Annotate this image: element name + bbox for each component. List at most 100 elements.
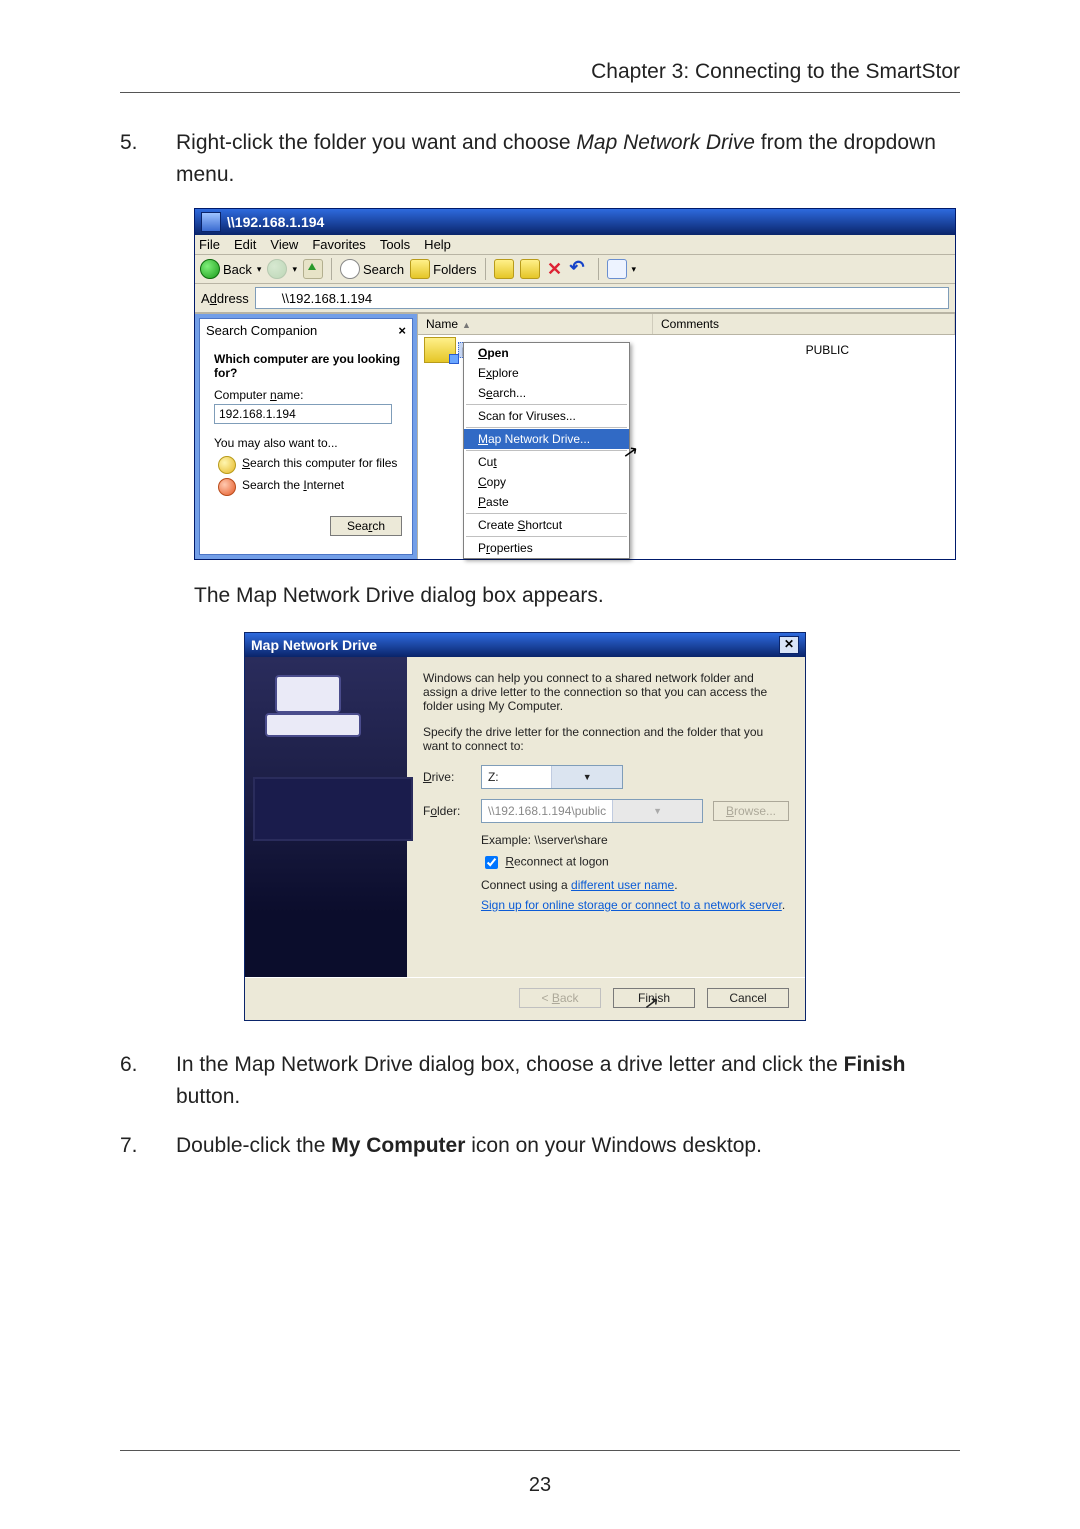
- folder-value: \\192.168.1.194\public: [482, 802, 612, 820]
- folder-comment: PUBLIC: [806, 343, 849, 357]
- close-button[interactable]: ✕: [779, 636, 799, 654]
- ctx-copy[interactable]: Copy: [464, 472, 629, 492]
- ctx-cut[interactable]: Cut: [464, 452, 629, 472]
- step-5-body: Right-click the folder you want and choo…: [176, 127, 960, 190]
- computer-icon: [261, 290, 277, 306]
- different-user-link[interactable]: different user name: [571, 878, 674, 892]
- drive-select[interactable]: Z: ▼: [481, 765, 623, 789]
- back-icon: [200, 259, 220, 279]
- menu-tools[interactable]: Tools: [380, 237, 410, 252]
- reconnect-label: Reconnect at logon: [505, 855, 608, 869]
- dropdown-icon: ▼: [551, 766, 622, 788]
- menu-view[interactable]: View: [270, 237, 298, 252]
- drive-label: Drive:: [423, 770, 481, 784]
- search-companion-pane: Search Companion × Which computer are yo…: [195, 314, 417, 559]
- search-internet-link[interactable]: Search the Internet: [218, 478, 402, 496]
- step-7: 7. Double-click the My Computer icon on …: [120, 1130, 960, 1162]
- ctx-map-network-drive[interactable]: Map Network Drive...: [464, 429, 629, 449]
- context-menu: Open Explore Search... Scan for Viruses.…: [463, 342, 630, 559]
- ctx-scan[interactable]: Scan for Viruses...: [464, 406, 629, 426]
- step-5-pre: Right-click the folder you want and choo…: [176, 131, 576, 154]
- search-files-text: Search this computer for files: [242, 456, 397, 470]
- ctx-search[interactable]: Search...: [464, 383, 629, 403]
- cursor-icon: ↖: [643, 992, 661, 1015]
- toolbar-separator: [485, 258, 486, 280]
- ctx-paste[interactable]: Paste: [464, 492, 629, 512]
- delete-button[interactable]: ✕: [546, 260, 564, 278]
- caption-1: The Map Network Drive dialog box appears…: [194, 584, 960, 608]
- connect-using-pre: Connect using a: [481, 878, 571, 892]
- views-button[interactable]: ▾: [607, 259, 637, 279]
- search-internet-text: Search the Internet: [242, 478, 344, 492]
- caret-icon: ▾: [257, 264, 262, 275]
- copyto-icon: [520, 259, 540, 279]
- toolbar-separator: [331, 258, 332, 280]
- menu-favorites[interactable]: Favorites: [312, 237, 365, 252]
- menu-edit[interactable]: Edit: [234, 237, 256, 252]
- ctx-properties[interactable]: Properties: [464, 538, 629, 558]
- map-network-drive-dialog: Map Network Drive ✕ Windows can help you…: [244, 632, 806, 1021]
- search-button[interactable]: Search: [330, 516, 402, 536]
- computer-name-label: Computer name:: [214, 388, 402, 402]
- explorer-title: \\192.168.1.194: [227, 214, 324, 230]
- share-folder-icon: [424, 337, 456, 363]
- toolbar-separator: [598, 258, 599, 280]
- mnd-titlebar[interactable]: Map Network Drive ✕: [245, 633, 805, 657]
- menu-file[interactable]: FFileile: [199, 237, 220, 252]
- internet-search-icon: [218, 478, 236, 496]
- computer-name-input[interactable]: [214, 404, 392, 424]
- cancel-button[interactable]: Cancel: [707, 988, 789, 1008]
- folders-button[interactable]: Folders: [410, 259, 476, 279]
- back-button: < Back: [519, 988, 601, 1008]
- address-box[interactable]: \\192.168.1.194: [255, 287, 949, 309]
- caret-icon: ▾: [632, 264, 637, 275]
- reconnect-row: Reconnect at logon: [481, 853, 789, 872]
- search-pane-close[interactable]: ×: [398, 323, 406, 338]
- folder-select[interactable]: \\192.168.1.194\public ▼: [481, 799, 703, 823]
- forward-button[interactable]: ▾: [267, 259, 297, 279]
- forward-icon: [267, 259, 287, 279]
- page-number: 23: [0, 1474, 1080, 1497]
- header-rule: [120, 92, 960, 93]
- toolbar: Back ▾ ▾ Search Folders ✕ ▾: [195, 255, 955, 284]
- ctx-shortcut[interactable]: Create Shortcut: [464, 515, 629, 535]
- browse-button: Browse...: [713, 801, 789, 821]
- footer-rule: [120, 1450, 960, 1451]
- search-files-link[interactable]: Search this computer for files: [218, 456, 402, 474]
- step-6-post: button.: [176, 1085, 240, 1108]
- search-which-label: Which computer are you looking for?: [214, 352, 402, 380]
- reconnect-checkbox[interactable]: [485, 856, 498, 869]
- folder-search-icon: [218, 456, 236, 474]
- delete-icon: ✕: [546, 260, 564, 278]
- step-6-pre: In the Map Network Drive dialog box, cho…: [176, 1053, 844, 1076]
- step-7-pre: Double-click the: [176, 1134, 331, 1157]
- moveto-button[interactable]: [494, 259, 514, 279]
- undo-icon: [570, 260, 590, 278]
- signup-link[interactable]: Sign up for online storage or connect to…: [481, 898, 782, 912]
- step-7-bold: My Computer: [331, 1134, 465, 1157]
- column-name[interactable]: Name▲: [418, 314, 653, 334]
- folders-icon: [410, 259, 430, 279]
- step-6: 6. In the Map Network Drive dialog box, …: [120, 1049, 960, 1112]
- step-7-post: icon on your Windows desktop.: [465, 1134, 761, 1157]
- step-6-bold: Finish: [844, 1053, 906, 1076]
- explorer-window: \\192.168.1.194 FFileile Edit View Favor…: [194, 208, 956, 560]
- address-value: \\192.168.1.194: [282, 291, 372, 306]
- ctx-open[interactable]: Open: [464, 343, 629, 363]
- up-icon: [303, 259, 323, 279]
- back-label: Back: [223, 262, 252, 277]
- column-comments[interactable]: Comments: [653, 314, 955, 334]
- ctx-explore[interactable]: Explore: [464, 363, 629, 383]
- back-button[interactable]: Back ▾: [200, 259, 261, 279]
- menu-help[interactable]: Help: [424, 237, 451, 252]
- folders-label: Folders: [433, 262, 476, 277]
- folder-label: Folder:: [423, 804, 481, 818]
- search-button[interactable]: Search: [340, 259, 404, 279]
- example-text: Example: \\server\share: [481, 833, 789, 847]
- explorer-titlebar[interactable]: \\192.168.1.194: [195, 209, 955, 235]
- undo-button[interactable]: [570, 260, 590, 278]
- search-label: Search: [363, 262, 404, 277]
- copyto-button[interactable]: [520, 259, 540, 279]
- dialog-artwork: [245, 657, 407, 977]
- up-button[interactable]: [303, 259, 323, 279]
